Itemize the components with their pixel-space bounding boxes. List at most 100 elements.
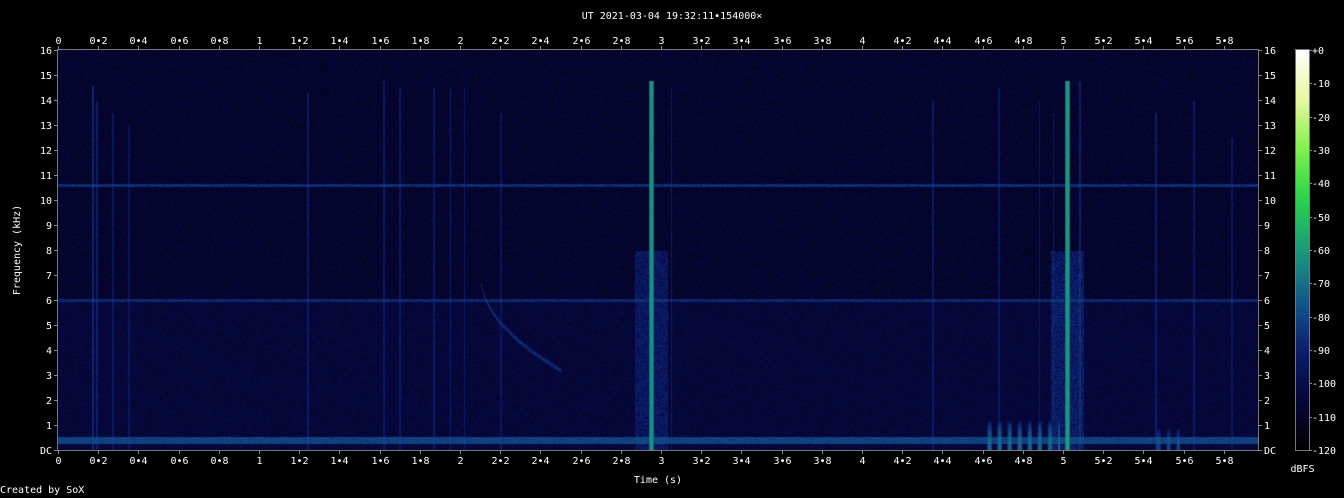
x-tick-label-top: 3•4: [732, 36, 750, 47]
colorbar-tick-label: -110: [1312, 413, 1336, 424]
colorbar-tick-label: -80: [1312, 313, 1330, 324]
x-tick-label-bottom: 2•8: [612, 456, 630, 467]
colorbar-tick-label: -70: [1312, 279, 1330, 290]
y-tick-label-right: 12: [1264, 146, 1276, 157]
x-tick-label-top: 5: [1060, 36, 1066, 47]
x-tick-label-bottom: 0•8: [210, 456, 228, 467]
x-tick-label-top: 4•8: [1014, 36, 1032, 47]
x-tick-label-top: 2•4: [531, 36, 549, 47]
x-tick-label-bottom: 4•4: [933, 456, 951, 467]
y-tick-label-right: 15: [1264, 71, 1276, 82]
x-tick-label-top: 0: [55, 36, 61, 47]
x-tick-label-top: 5•6: [1175, 36, 1193, 47]
y-tick-label-right: 3: [1264, 371, 1270, 382]
y-tick-label-left: 9: [46, 221, 52, 232]
x-tick-label-top: 3•6: [773, 36, 791, 47]
x-tick-label-top: 5•8: [1215, 36, 1233, 47]
x-tick-label-bottom: 3•2: [692, 456, 710, 467]
y-tick-label-left: 12: [40, 146, 52, 157]
x-tick-label-top: 2•6: [572, 36, 590, 47]
colorbar-tick-label: -60: [1312, 246, 1330, 257]
x-tick-label-top: 0•4: [129, 36, 147, 47]
y-axis-label: Frequency (kHz): [12, 205, 23, 295]
y-tick-label-right: 5: [1264, 321, 1270, 332]
colorbar-tick-label: -50: [1312, 213, 1330, 224]
x-axis-label: Time (s): [634, 475, 682, 485]
colorbar-tick-label: -30: [1312, 146, 1330, 157]
y-tick-label-right: 14: [1264, 96, 1276, 107]
y-tick-label-left: 10: [40, 196, 52, 207]
x-tick-label-bottom: 1•8: [411, 456, 429, 467]
x-tick-label-bottom: 5•4: [1134, 456, 1152, 467]
x-tick-label-bottom: 0•4: [129, 456, 147, 467]
x-tick-label-top: 4•4: [933, 36, 951, 47]
y-tick-label-right: 13: [1264, 121, 1276, 132]
y-tick-label-right: 2: [1264, 396, 1270, 407]
x-tick-label-top: 0•6: [170, 36, 188, 47]
y-tick-label-left: 8: [46, 246, 52, 257]
x-tick-label-bottom: 5: [1060, 456, 1066, 467]
x-tick-label-bottom: 2•4: [531, 456, 549, 467]
spectrogram-chart: UT 2021-03-04 19:32:11•154000× 0 0 0•2 0•2 0…: [12, 11, 1336, 485]
x-tick-label-bottom: 3•8: [813, 456, 831, 467]
x-tick-label-bottom: 4•6: [974, 456, 992, 467]
chart-title: UT 2021-03-04 19:32:11•154000×: [582, 11, 763, 22]
x-tick-label-bottom: 2•2: [491, 456, 509, 467]
y-tick-label-left: 5: [46, 321, 52, 332]
x-tick-label-top: 1•4: [330, 36, 348, 47]
colorbar: +0 -10 -20 -30 -40 -50 -60 -70 -80 -90 -100 -110 -12…: [1290, 46, 1336, 475]
x-tick-label-top: 2•8: [612, 36, 630, 47]
y-tick-label-right: 10: [1264, 196, 1276, 207]
x-tick-label-bottom: 1: [256, 456, 262, 467]
y-tick-label-left: 2: [46, 396, 52, 407]
y-tick-label-right: 6: [1264, 296, 1270, 307]
colorbar-tick-label: -40: [1312, 179, 1330, 190]
x-tick-label-bottom: 3: [658, 456, 664, 467]
x-tick-label-bottom: 3•4: [732, 456, 750, 467]
x-tick-label-bottom: 5•8: [1215, 456, 1233, 467]
x-tick-label-bottom: 4•8: [1014, 456, 1032, 467]
colorbar-tick-label: -90: [1312, 346, 1330, 357]
colorbar-tick-label: -120: [1312, 446, 1336, 457]
colorbar-tick-label: -10: [1312, 79, 1330, 90]
y-tick-label-left: 11: [40, 171, 52, 182]
y-tick-label-right: 16: [1264, 46, 1276, 57]
y-tick-label-left: DC: [40, 446, 52, 457]
y-tick-label-left: 15: [40, 71, 52, 82]
x-tick-label-bottom: 0•6: [170, 456, 188, 467]
spectrogram-image: [58, 50, 1258, 450]
y-tick-label-right: 4: [1264, 346, 1270, 357]
y-tick-label-left: 16: [40, 46, 52, 57]
colorbar-tick-label: -20: [1312, 113, 1330, 124]
x-tick-label-bottom: 1•6: [371, 456, 389, 467]
x-tick-label-top: 5•4: [1134, 36, 1152, 47]
x-tick-label-top: 4: [859, 36, 865, 47]
colorbar-ticks: +0 -10 -20 -30 -40 -50 -60 -70 -80 -90 -100 -110 -12…: [1309, 46, 1336, 457]
y-tick-label-right: 8: [1264, 246, 1270, 257]
y-tick-label-left: 14: [40, 96, 52, 107]
x-tick-label-bottom: 0•2: [89, 456, 107, 467]
x-tick-label-bottom: 2•6: [572, 456, 590, 467]
x-tick-label-top: 1•8: [411, 36, 429, 47]
x-tick-label-bottom: 0: [55, 456, 61, 467]
x-tick-label-top: 2: [457, 36, 463, 47]
y-tick-label-right: 9: [1264, 221, 1270, 232]
x-tick-label-bottom: 1•2: [290, 456, 308, 467]
x-tick-label-top: 0•2: [89, 36, 107, 47]
y-tick-label-left: 13: [40, 121, 52, 132]
colorbar-tick-label: +0: [1312, 46, 1324, 57]
x-tick-label-top: 2•2: [491, 36, 509, 47]
x-tick-label-bottom: 3•6: [773, 456, 791, 467]
x-tick-label-top: 3•2: [692, 36, 710, 47]
x-tick-label-bottom: 4: [859, 456, 865, 467]
y-tick-label-left: 4: [46, 346, 52, 357]
x-tick-label-bottom: 1•4: [330, 456, 348, 467]
x-tick-label-top: 1•2: [290, 36, 308, 47]
x-tick-label-top: 5•2: [1094, 36, 1112, 47]
footer-credit: Created by SoX: [0, 485, 85, 496]
x-tick-label-top: 0•8: [210, 36, 228, 47]
x-tick-label-bottom: 4•2: [893, 456, 911, 467]
x-tick-label-bottom: 2: [457, 456, 463, 467]
y-tick-label-left: 3: [46, 371, 52, 382]
x-tick-label-bottom: 5•6: [1175, 456, 1193, 467]
